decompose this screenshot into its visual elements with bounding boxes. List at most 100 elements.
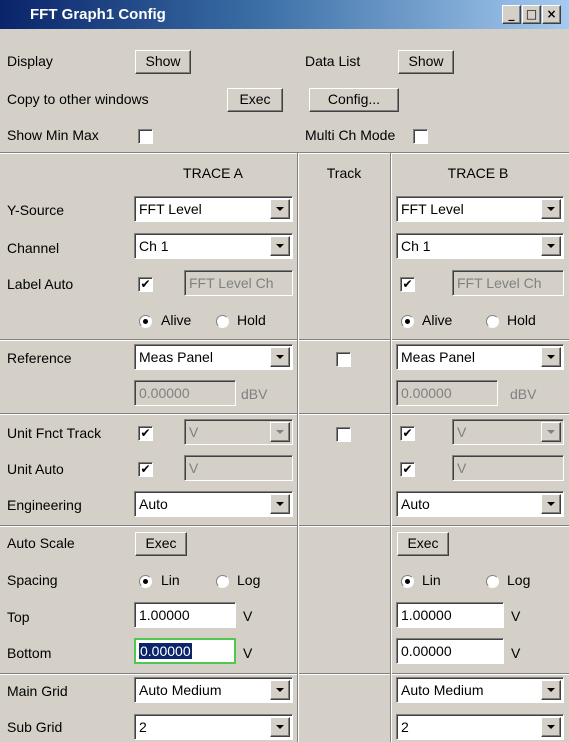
trace-a-top-value: 1.00000 — [139, 607, 190, 623]
trace-b-top-input[interactable]: 1.00000 — [396, 602, 504, 628]
trace-a-unit-auto-checkbox[interactable]: ✔ — [138, 462, 153, 477]
trace-a-channel-dropdown[interactable]: Ch 1 — [134, 233, 293, 259]
trace-b-y-source-dropdown[interactable]: FFT Level — [396, 196, 564, 222]
multi-ch-mode-label: Multi Ch Mode — [305, 127, 396, 143]
trace-a-label-auto-checkbox[interactable]: ✔ — [138, 277, 153, 292]
trace-b-top-value: 1.00000 — [401, 607, 452, 623]
trace-a-top-unit: V — [243, 608, 253, 624]
trace-b-reference-unit: dBV — [510, 386, 537, 402]
trace-a-y-source-dropdown[interactable]: FFT Level — [134, 196, 293, 222]
trace-b-auto-scale-exec-button[interactable]: Exec — [397, 532, 449, 556]
trace-a-hold-radio[interactable] — [216, 315, 229, 328]
trace-b-bottom-unit: V — [511, 645, 521, 661]
trace-b-lin-label: Lin — [422, 572, 441, 588]
track-reference-checkbox[interactable] — [336, 352, 351, 367]
show-min-max-checkbox[interactable] — [138, 129, 153, 144]
trace-b-reference-dropdown[interactable]: Meas Panel — [396, 344, 564, 370]
chevron-down-icon[interactable] — [541, 236, 561, 256]
chevron-down-icon[interactable] — [270, 347, 290, 367]
trace-b-label-auto-checkbox[interactable]: ✔ — [400, 277, 415, 292]
trace-a-bottom-value: 0.00000 — [139, 643, 192, 659]
window-title: FFT Graph1 Config — [30, 6, 166, 23]
trace-a-alive-label: Alive — [161, 312, 192, 328]
trace-b-bottom-input[interactable]: 0.00000 — [396, 638, 504, 664]
chevron-down-icon[interactable] — [270, 717, 290, 737]
trace-b-label-field: FFT Level Ch — [452, 270, 564, 296]
trace-a-main-grid-dropdown[interactable]: Auto Medium — [134, 677, 293, 703]
trace-a-label-text: FFT Level Ch — [189, 275, 274, 291]
trace-a-reference-value-field: 0.00000 — [134, 380, 236, 406]
trace-b-reference-number: 0.00000 — [401, 385, 452, 401]
trace-a-main-grid-value: Auto Medium — [139, 682, 222, 698]
maximize-button[interactable]: □ — [522, 5, 541, 24]
trace-a-spacing-log-radio[interactable] — [216, 575, 229, 588]
trace-b-spacing-lin-radio[interactable] — [401, 575, 414, 588]
divider — [0, 525, 569, 526]
chevron-down-icon[interactable] — [270, 680, 290, 700]
trace-a-alive-radio[interactable] — [139, 315, 152, 328]
track-unit-checkbox[interactable] — [336, 427, 351, 442]
trace-b-main-grid-dropdown[interactable]: Auto Medium — [396, 677, 564, 703]
reference-label: Reference — [7, 350, 72, 366]
display-show-button[interactable]: Show — [135, 50, 191, 74]
trace-a-label-field: FFT Level Ch — [184, 270, 293, 296]
minimize-button[interactable]: _ — [502, 5, 521, 24]
sub-grid-label: Sub Grid — [7, 719, 63, 735]
trace-a-sub-grid-value: 2 — [139, 719, 147, 735]
trace-a-bottom-unit: V — [243, 645, 253, 661]
display-label: Display — [7, 53, 53, 69]
trace-b-label-text: FFT Level Ch — [457, 275, 542, 291]
trace-a-top-input[interactable]: 1.00000 — [134, 602, 236, 628]
trace-b-spacing-log-radio[interactable] — [486, 575, 499, 588]
chevron-down-icon[interactable] — [541, 199, 561, 219]
trace-a-bottom-input[interactable]: 0.00000 — [134, 638, 236, 664]
chevron-down-icon[interactable] — [270, 236, 290, 256]
trace-b-sub-grid-value: 2 — [401, 719, 409, 735]
trace-b-bottom-value: 0.00000 — [401, 643, 452, 659]
config-button[interactable]: Config... — [309, 88, 399, 112]
trace-a-reference-dropdown[interactable]: Meas Panel — [134, 344, 293, 370]
track-header: Track — [326, 165, 362, 181]
trace-b-y-source-value: FFT Level — [401, 201, 464, 217]
trace-b-hold-radio[interactable] — [486, 315, 499, 328]
trace-a-lin-label: Lin — [161, 572, 180, 588]
top-label: Top — [7, 609, 30, 625]
trace-a-auto-scale-exec-button[interactable]: Exec — [135, 532, 187, 556]
data-list-show-button[interactable]: Show — [398, 50, 454, 74]
trace-a-unit-fnct-value: V — [189, 424, 199, 440]
trace-b-top-unit: V — [511, 608, 521, 624]
trace-a-header: TRACE A — [183, 165, 243, 181]
y-source-label: Y-Source — [7, 202, 65, 218]
main-grid-label: Main Grid — [7, 683, 68, 699]
copy-exec-button[interactable]: Exec — [227, 88, 283, 112]
chevron-down-icon — [541, 422, 561, 442]
trace-b-unit-fnct-track-checkbox[interactable]: ✔ — [400, 426, 415, 441]
chevron-down-icon[interactable] — [541, 494, 561, 514]
chevron-down-icon[interactable] — [270, 199, 290, 219]
trace-b-engineering-dropdown[interactable]: Auto — [396, 491, 564, 517]
divider — [297, 153, 298, 742]
trace-a-engineering-dropdown[interactable]: Auto — [134, 491, 293, 517]
title-bar[interactable]: FFT Graph1 Config _ □ × — [0, 0, 569, 30]
close-button[interactable]: × — [542, 5, 561, 24]
trace-b-unit-auto-checkbox[interactable]: ✔ — [400, 462, 415, 477]
trace-a-sub-grid-dropdown[interactable]: 2 — [134, 714, 293, 740]
trace-b-hold-label: Hold — [507, 312, 536, 328]
trace-b-log-label: Log — [507, 572, 531, 588]
chevron-down-icon — [270, 422, 290, 442]
trace-b-sub-grid-dropdown[interactable]: 2 — [396, 714, 564, 740]
trace-a-unit-auto-field: V — [184, 455, 293, 481]
chevron-down-icon[interactable] — [270, 494, 290, 514]
trace-b-unit-auto-value: V — [457, 460, 467, 476]
trace-b-header: TRACE B — [447, 165, 509, 181]
copy-to-other-windows-label: Copy to other windows — [7, 91, 149, 107]
trace-a-unit-fnct-track-checkbox[interactable]: ✔ — [138, 426, 153, 441]
show-min-max-label: Show Min Max — [7, 127, 99, 143]
chevron-down-icon[interactable] — [541, 680, 561, 700]
multi-ch-mode-checkbox[interactable] — [413, 129, 428, 144]
trace-b-alive-radio[interactable] — [401, 315, 414, 328]
chevron-down-icon[interactable] — [541, 347, 561, 367]
trace-a-spacing-lin-radio[interactable] — [139, 575, 152, 588]
trace-b-channel-dropdown[interactable]: Ch 1 — [396, 233, 564, 259]
chevron-down-icon[interactable] — [541, 717, 561, 737]
